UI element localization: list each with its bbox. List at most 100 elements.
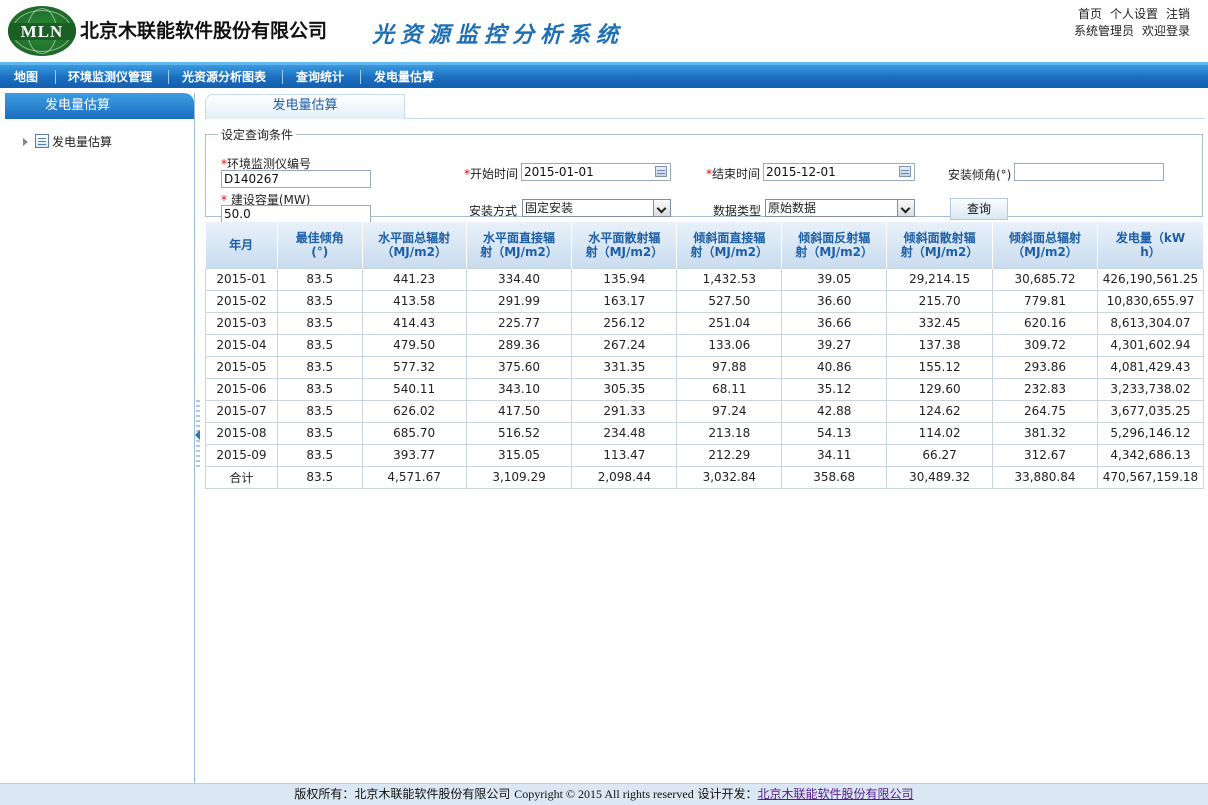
table-cell: 29,214.15 bbox=[886, 267, 994, 291]
nav-item-map[interactable]: 地图 bbox=[14, 65, 38, 88]
table-cell: 779.81 bbox=[992, 289, 1098, 313]
footer: 版权所有：北京木联能软件股份有限公司 Copyright © 2015 All … bbox=[0, 783, 1208, 805]
table-cell: 426,190,561.25 bbox=[1096, 267, 1205, 291]
table-cell: 256.12 bbox=[571, 311, 678, 335]
table-cell: 83.5 bbox=[276, 267, 363, 291]
system-title: 光资源监控分析系统 bbox=[372, 23, 625, 48]
table-cell: 527.50 bbox=[676, 289, 783, 313]
home-link[interactable]: 首页 bbox=[1078, 7, 1102, 21]
table-cell: 441.23 bbox=[361, 267, 467, 291]
table-cell: 2015-02 bbox=[205, 289, 278, 313]
top-links: 首页 个人设置 注销 系统管理员 欢迎登录 bbox=[1066, 6, 1190, 40]
table-cell: 393.77 bbox=[361, 443, 467, 467]
table-cell: 234.48 bbox=[571, 421, 678, 445]
table-cell: 83.5 bbox=[276, 399, 363, 423]
table-cell: 2015-05 bbox=[205, 355, 278, 379]
panel-splitter[interactable] bbox=[195, 400, 202, 470]
table-cell: 137.38 bbox=[886, 333, 994, 357]
table-cell: 2015-08 bbox=[205, 421, 278, 445]
table-cell: 4,571.67 bbox=[361, 465, 467, 489]
document-icon bbox=[35, 134, 49, 148]
table-cell: 4,342,686.13 bbox=[1096, 443, 1205, 467]
table-cell: 34.11 bbox=[781, 443, 888, 467]
monitor-id-field[interactable]: D140267 bbox=[221, 170, 371, 188]
capacity-field[interactable]: 50.0 bbox=[221, 205, 371, 223]
table-cell: 5,296,146.12 bbox=[1096, 421, 1205, 445]
table-row: 2015-03 83.5 414.43 225.77 256.12 251.04 36.66… bbox=[205, 311, 1205, 335]
collapse-left-icon[interactable] bbox=[195, 430, 200, 440]
left-panel-title: 发电量估算 bbox=[5, 93, 194, 119]
table-cell: 2015-07 bbox=[205, 399, 278, 423]
table-cell: 225.77 bbox=[465, 311, 573, 335]
nav-item-power-estimation[interactable]: 发电量估算 bbox=[374, 65, 434, 88]
table-cell: 133.06 bbox=[676, 333, 783, 357]
nav-separator bbox=[55, 70, 56, 84]
nav-item-query-statistics[interactable]: 查询统计 bbox=[296, 65, 344, 88]
query-button[interactable]: 查询 bbox=[950, 198, 1008, 220]
table-cell: 163.17 bbox=[571, 289, 678, 313]
logout-link[interactable]: 注销 bbox=[1166, 7, 1190, 21]
table-cell: 213.18 bbox=[676, 421, 783, 445]
left-tree: 发电量估算 bbox=[5, 119, 194, 149]
header: MLN 北京木联能软件股份有限公司 光资源监控分析系统 首页 个人设置 注销 系统管… bbox=[0, 0, 1208, 62]
table-cell: 3,233,738.02 bbox=[1096, 377, 1205, 401]
table-cell: 2015-01 bbox=[205, 267, 278, 291]
table-row: 2015-07 83.5 626.02 417.50 291.33 97.24 42.88 1… bbox=[205, 399, 1205, 423]
start-time-field[interactable]: 2015-01-01 bbox=[521, 163, 671, 181]
table-cell: 620.16 bbox=[992, 311, 1098, 335]
table-cell: 251.04 bbox=[676, 311, 783, 335]
tree-item-power-estimation[interactable]: 发电量估算 bbox=[52, 133, 112, 150]
table-cell: 83.5 bbox=[276, 465, 363, 489]
table-row: 2015-08 83.5 685.70 516.52 234.48 213.18 54.13… bbox=[205, 421, 1205, 445]
end-time-field[interactable]: 2015-12-01 bbox=[763, 163, 915, 181]
tab-power-estimation[interactable]: 发电量估算 bbox=[205, 94, 405, 119]
table-cell: 83.5 bbox=[276, 311, 363, 335]
data-type-select[interactable]: 原始数据 bbox=[765, 199, 915, 217]
column-header: 倾斜面散射辐 射（MJ/m2） bbox=[886, 222, 994, 268]
table-cell: 129.60 bbox=[886, 377, 994, 401]
table-cell: 343.10 bbox=[465, 377, 573, 401]
table-cell: 309.72 bbox=[992, 333, 1098, 357]
column-header: 倾斜面总辐射 （MJ/m2） bbox=[992, 222, 1098, 268]
table-cell: 83.5 bbox=[276, 289, 363, 313]
calendar-icon[interactable] bbox=[899, 166, 911, 177]
nav-separator bbox=[168, 70, 169, 84]
company-logo: MLN bbox=[8, 6, 76, 56]
table-cell: 291.33 bbox=[571, 399, 678, 423]
table-cell: 4,301,602.94 bbox=[1096, 333, 1205, 357]
table-cell: 83.5 bbox=[276, 355, 363, 379]
tilt-angle-field[interactable] bbox=[1014, 163, 1164, 181]
footer-dev-link[interactable]: 北京木联能软件股份有限公司 bbox=[758, 787, 914, 801]
data-type-label: 数据类型 bbox=[713, 204, 762, 218]
column-header: 最佳倾角 (°) bbox=[277, 222, 363, 268]
table-row: 2015-05 83.5 577.32 375.60 331.35 97.88 40.86 1… bbox=[205, 355, 1205, 379]
table-cell: 155.12 bbox=[886, 355, 994, 379]
tree-expand-icon[interactable] bbox=[23, 138, 28, 146]
calendar-icon[interactable] bbox=[655, 166, 667, 177]
table-cell: 413.58 bbox=[361, 289, 467, 313]
table-cell: 66.27 bbox=[886, 443, 994, 467]
chevron-down-icon[interactable] bbox=[653, 200, 670, 216]
table-cell: 332.45 bbox=[886, 311, 994, 335]
table-cell: 8,613,304.07 bbox=[1096, 311, 1205, 335]
query-legend: 设定查询条件 bbox=[221, 128, 294, 142]
table-cell: 97.88 bbox=[676, 355, 783, 379]
current-user: 系统管理员 bbox=[1073, 24, 1134, 38]
table-cell: 30,489.32 bbox=[886, 465, 994, 489]
mount-type-select[interactable]: 固定安装 bbox=[522, 199, 671, 217]
query-conditions: 设定查询条件 *环境监测仪编号 D140267 * 建设容量(MW) 50.0 … bbox=[205, 126, 1203, 223]
table-cell: 97.24 bbox=[676, 399, 783, 423]
table-cell: 264.75 bbox=[992, 399, 1098, 423]
table-cell: 10,830,655.97 bbox=[1096, 289, 1205, 313]
table-cell: 4,081,429.43 bbox=[1096, 355, 1205, 379]
nav-item-monitor-management[interactable]: 环境监测仪管理 bbox=[68, 65, 152, 88]
nav-item-resource-charts[interactable]: 光资源分析图表 bbox=[182, 65, 266, 88]
table-cell: 293.86 bbox=[992, 355, 1098, 379]
table-cell: 合计 bbox=[205, 465, 278, 489]
table-cell: 685.70 bbox=[361, 421, 467, 445]
table-cell: 331.35 bbox=[571, 355, 678, 379]
chevron-down-icon[interactable] bbox=[897, 200, 914, 216]
app-window: MLN 北京木联能软件股份有限公司 光资源监控分析系统 首页 个人设置 注销 系统管… bbox=[0, 0, 1208, 805]
personal-settings-link[interactable]: 个人设置 bbox=[1110, 7, 1158, 21]
table-cell: 2015-06 bbox=[205, 377, 278, 401]
